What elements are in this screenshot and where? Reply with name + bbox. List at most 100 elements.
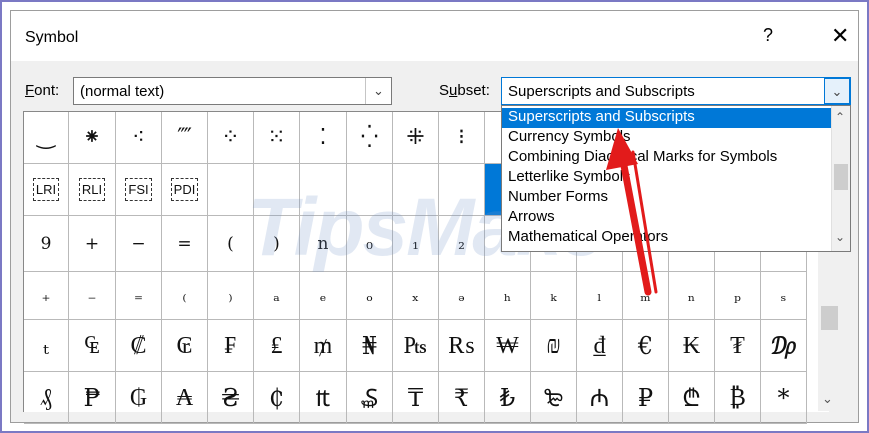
symbol-cell[interactable]: ₀ [347, 216, 393, 272]
symbol-cell[interactable]: ₵ [254, 372, 300, 424]
subset-option[interactable]: Arrows [508, 208, 555, 225]
symbol-cell[interactable]: ₑ [300, 272, 347, 320]
symbol-cell[interactable]: + [69, 216, 116, 272]
subset-option[interactable]: Letterlike Symbols [508, 168, 631, 185]
symbol-cell[interactable]: ₦ [347, 320, 393, 372]
symbol-cell[interactable]: ₚ [715, 272, 761, 320]
subset-option[interactable]: Combining Diacritical Marks for Symbols [508, 148, 777, 165]
symbol-cell[interactable]: ₲ [116, 372, 162, 424]
symbol-cell[interactable]: ₹ [439, 372, 485, 424]
symbol-cell[interactable]: * [761, 372, 807, 424]
symbol-cell[interactable]: 9 [24, 216, 69, 272]
font-select[interactable]: (normal text) ⌄ [73, 77, 392, 105]
subset-select[interactable]: Superscripts and Subscripts ⌄ [501, 77, 851, 105]
symbol-cell[interactable]: ₮ [715, 320, 761, 372]
symbol-cell[interactable]: ₴ [208, 372, 254, 424]
symbol-cell[interactable]: ₸ [393, 372, 439, 424]
symbol-cell[interactable]: ₠ [69, 320, 116, 372]
symbol-cell[interactable]: ₭ [669, 320, 715, 372]
subset-dropdown-list[interactable]: Superscripts and Subscripts Currency Symb… [501, 105, 851, 252]
symbol-cell[interactable]: ₼ [577, 372, 623, 424]
symbol-cell[interactable] [208, 164, 254, 216]
subset-option[interactable]: Mathematical Operators [508, 228, 668, 245]
symbol-cell[interactable]: ₽ [623, 372, 669, 424]
symbol-cell[interactable]: ⁖ [116, 112, 162, 164]
symbol-cell[interactable]: ₾ [669, 372, 715, 424]
symbol-cell[interactable]: ₨ [439, 320, 485, 372]
symbol-cell[interactable]: ₂ [439, 216, 485, 272]
symbol-cell[interactable]: = [162, 216, 208, 272]
chevron-down-icon[interactable]: ⌄ [365, 78, 391, 104]
symbol-cell[interactable]: ⁙ [254, 112, 300, 164]
symbol-cell[interactable]: ₻ [531, 372, 577, 424]
symbol-cell[interactable]: ₰ [24, 372, 69, 424]
symbol-cell[interactable]: ⁕ [69, 112, 116, 164]
symbol-cell[interactable]: ₥ [300, 320, 347, 372]
symbol-cell[interactable] [439, 164, 485, 216]
subset-option[interactable]: Currency Symbols [508, 128, 631, 145]
symbol-cell[interactable]: ₁ [393, 216, 439, 272]
symbol-cell[interactable]: ⁛ [347, 112, 393, 164]
symbol-cell[interactable]: ⁜ [393, 112, 439, 164]
symbol-cell[interactable]: ₕ [485, 272, 531, 320]
symbol-cell[interactable]: ⁘ [208, 112, 254, 164]
scrollbar-thumb[interactable] [821, 306, 838, 330]
symbol-cell[interactable]: ₤ [254, 320, 300, 372]
symbol-cell[interactable]: € [623, 320, 669, 372]
symbol-cell[interactable]: ₊ [24, 272, 69, 320]
symbol-cell[interactable]: ₙ [669, 272, 715, 320]
symbol-cell[interactable]: ₌ [116, 272, 162, 320]
symbol-cell[interactable]: ₩ [485, 320, 531, 372]
symbol-cell[interactable]: ₶ [300, 372, 347, 424]
symbol-cell[interactable] [254, 164, 300, 216]
symbol-cell[interactable]: ₫ [577, 320, 623, 372]
symbol-cell[interactable]: PDI [162, 164, 208, 216]
symbol-cell[interactable]: ₜ [24, 320, 69, 372]
symbol-cell[interactable]: ₡ [116, 320, 162, 372]
symbol-cell[interactable]: ₧ [393, 320, 439, 372]
symbol-cell[interactable] [300, 164, 347, 216]
symbol-cell[interactable]: ⁗ [162, 112, 208, 164]
symbol-cell[interactable]: ₓ [393, 272, 439, 320]
symbol-cell[interactable]: ₍ [162, 272, 208, 320]
symbol-cell[interactable]: ⁝ [439, 112, 485, 164]
subset-option[interactable]: Number Forms [508, 188, 608, 205]
symbol-cell[interactable]: n [300, 216, 347, 272]
scroll-up-icon[interactable]: ⌃ [835, 110, 845, 124]
scroll-down-icon[interactable]: ⌄ [835, 230, 845, 244]
symbol-cell[interactable]: ₪ [531, 320, 577, 372]
symbol-cell[interactable]: ₐ [254, 272, 300, 320]
scroll-down-icon[interactable]: ⌄ [822, 391, 833, 407]
symbol-cell[interactable]: ₔ [439, 272, 485, 320]
symbol-cell[interactable]: ₋ [69, 272, 116, 320]
symbol-cell[interactable]: ‿ [24, 112, 69, 164]
symbol-cell[interactable]: RLI [69, 164, 116, 216]
symbol-cell[interactable]: ⁚ [300, 112, 347, 164]
symbol-cell[interactable]: ) [254, 216, 300, 272]
symbol-cell[interactable]: − [116, 216, 162, 272]
symbol-cell[interactable]: ₱ [69, 372, 116, 424]
close-button[interactable]: ✕ [831, 23, 849, 49]
symbol-cell[interactable]: FSI [116, 164, 162, 216]
symbol-cell[interactable]: ₷ [347, 372, 393, 424]
chevron-down-icon[interactable]: ⌄ [824, 78, 850, 104]
symbol-cell[interactable]: ₯ [761, 320, 807, 372]
symbol-cell[interactable]: ₳ [162, 372, 208, 424]
symbol-cell[interactable]: ₖ [531, 272, 577, 320]
symbol-cell[interactable]: ₢ [162, 320, 208, 372]
symbol-cell[interactable]: ₗ [577, 272, 623, 320]
symbol-cell[interactable]: ₛ [761, 272, 807, 320]
symbol-cell[interactable]: ₿ [715, 372, 761, 424]
symbol-cell[interactable]: ₒ [347, 272, 393, 320]
symbol-cell[interactable]: ₺ [485, 372, 531, 424]
symbol-cell[interactable]: ( [208, 216, 254, 272]
help-button[interactable]: ? [763, 25, 773, 46]
symbol-cell[interactable]: ₣ [208, 320, 254, 372]
symbol-cell[interactable]: ₎ [208, 272, 254, 320]
dropdown-scrollbar-thumb[interactable] [834, 164, 848, 190]
dropdown-scrollbar[interactable]: ⌃ ⌄ [831, 106, 850, 251]
symbol-cell[interactable]: LRI [24, 164, 69, 216]
symbol-cell[interactable] [347, 164, 393, 216]
subset-option[interactable]: Superscripts and Subscripts [502, 108, 834, 128]
symbol-cell[interactable] [393, 164, 439, 216]
